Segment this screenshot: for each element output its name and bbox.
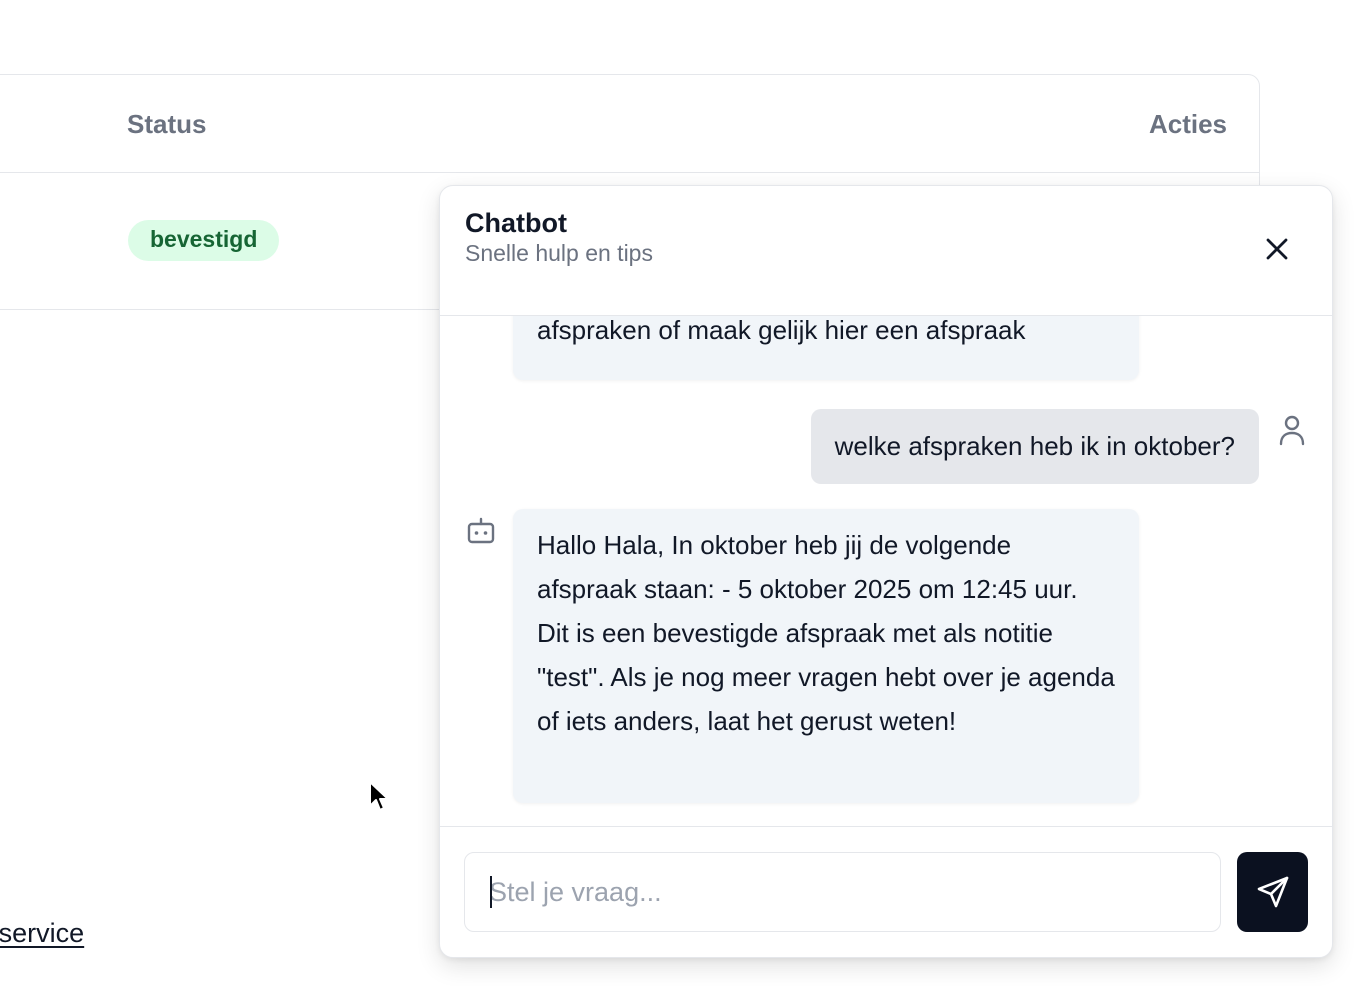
message-list[interactable]: afspraken of maak gelijk hier een afspra… [440,316,1332,829]
chat-title: Chatbot [465,208,567,238]
chat-subtitle: Snelle hulp en tips [465,240,653,266]
chat-input-bar [440,826,1332,957]
bot-message: Hallo Hala, In oktober heb jij de volgen… [513,509,1139,803]
chat-header: Chatbot Snelle hulp en tips [440,186,1332,316]
column-header-status: Status [127,109,207,139]
send-button[interactable] [1237,852,1308,932]
send-icon [1257,876,1288,908]
page: Status Acties bevestigd ' service Chatbo… [0,0,1366,986]
bot-message-text: afspraken of maak gelijk hier een afspra… [537,316,1026,345]
user-message: welke afspraken heb ik in oktober? [810,409,1259,484]
table-header-row: Status Acties [0,75,1259,173]
user-icon [1279,415,1305,446]
chat-input[interactable] [464,852,1221,932]
chatbot-panel: Chatbot Snelle hulp en tips afspraken of… [439,185,1333,958]
bot-message: afspraken of maak gelijk hier een afspra… [513,316,1139,380]
column-header-actions: Acties [1148,109,1227,139]
mouse-cursor-icon [369,781,389,811]
close-icon [1266,238,1288,260]
terms-of-service-link[interactable]: ' service [0,918,84,949]
bot-icon [467,517,495,544]
status-badge: bevestigd [128,220,280,261]
text-caret [490,876,492,908]
close-button[interactable] [1262,234,1292,264]
